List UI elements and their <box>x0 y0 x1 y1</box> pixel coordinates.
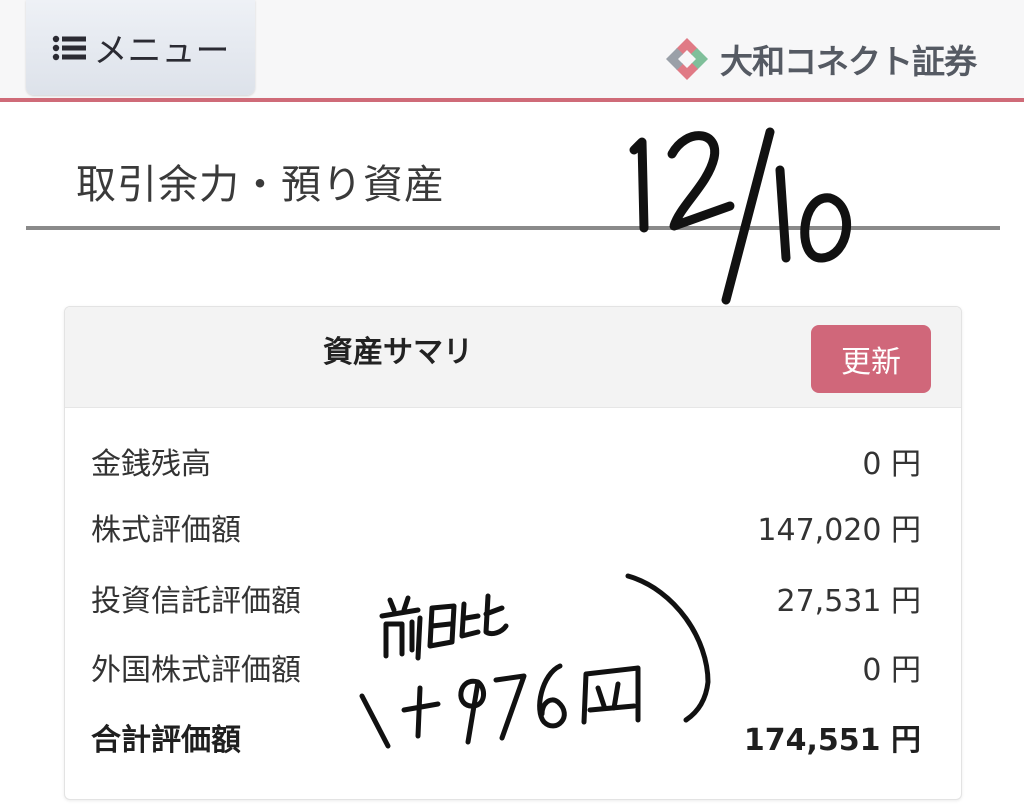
page-title: 取引余力・預り資産 <box>76 162 445 208</box>
page: メニュー 大和コネクト証券 取引余力・預り資産 資産サマリ 更新 金銭残高 0 … <box>0 0 1024 808</box>
row-label: 投資信託評価額 <box>91 584 301 619</box>
summary-row-cash: 金銭残高 0 円 <box>91 436 921 486</box>
row-value: 0 円 <box>862 447 921 482</box>
card-title: 資産サマリ <box>323 335 473 370</box>
list-icon <box>52 35 86 60</box>
total-label: 合計評価額 <box>91 723 241 758</box>
app-header: メニュー 大和コネクト証券 <box>0 0 1024 102</box>
row-label: 金銭残高 <box>91 447 211 482</box>
total-value: 174,551 円 <box>743 723 921 758</box>
daiwa-connect-logo-icon <box>666 38 708 80</box>
brand: 大和コネクト証券 <box>662 32 977 86</box>
row-label: 株式評価額 <box>91 513 241 548</box>
row-label: 外国株式評価額 <box>91 653 301 688</box>
menu-label: メニュー <box>93 31 230 71</box>
handwritten-date <box>629 127 852 305</box>
row-value: 0 円 <box>862 653 921 688</box>
row-value: 147,020 円 <box>757 513 921 548</box>
card-header: 資産サマリ 更新 <box>65 307 961 408</box>
handwritten-note <box>359 573 711 749</box>
row-value: 27,531 円 <box>776 584 921 619</box>
summary-row-stocks: 株式評価額 147,020 円 <box>91 502 921 552</box>
brand-name: 大和コネクト証券 <box>720 42 977 81</box>
refresh-button[interactable]: 更新 <box>811 325 931 393</box>
menu-button[interactable]: メニュー <box>26 0 255 95</box>
